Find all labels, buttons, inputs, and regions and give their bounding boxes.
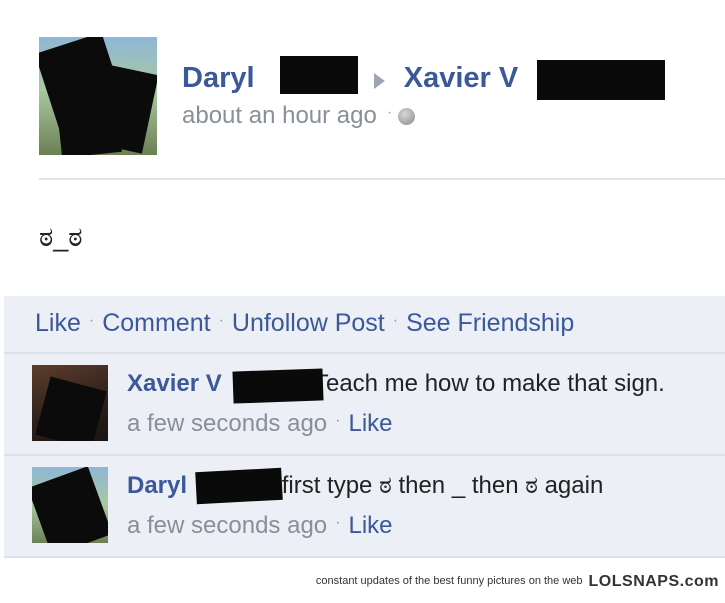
- see-friendship-link[interactable]: See Friendship: [406, 309, 574, 337]
- target-link[interactable]: Xavier V: [404, 62, 518, 94]
- comment-meta: a few seconds ago · Like: [127, 512, 393, 540]
- redaction: [56, 94, 122, 155]
- comment-link[interactable]: Comment: [102, 309, 210, 337]
- comment-item: Darylt first type ಠ then _ then ಠ again …: [4, 456, 725, 558]
- like-link[interactable]: Like: [35, 309, 81, 337]
- action-separator: ·: [392, 312, 399, 329]
- action-separator: ·: [218, 312, 224, 329]
- post-actions-bar: Like · Comment · Unfollow Post · See Friendshi…: [4, 296, 725, 354]
- footer-brand: LOLSNAPS.com: [588, 573, 719, 590]
- footer-tagline: constant updates of the best funny pictu…: [315, 575, 583, 587]
- redaction-bar: [232, 368, 324, 404]
- post-header: Darylt Xavier V about an hour ago·: [0, 0, 725, 180]
- post-timestamp[interactable]: about an hour ago: [182, 102, 377, 129]
- meta-separator: ·: [386, 104, 393, 121]
- watermark-footer: constant updates of the best funny pictu…: [316, 573, 719, 591]
- comment-like-link[interactable]: Like: [348, 410, 392, 437]
- header-divider: [39, 178, 725, 180]
- post-meta: about an hour ago ·: [182, 102, 416, 130]
- comment-time[interactable]: a few seconds ago: [127, 410, 327, 437]
- redaction-bar: [537, 60, 665, 100]
- unfollow-post-link[interactable]: Unfollow Post: [232, 309, 385, 337]
- comment-meta: a few seconds ago · Like: [127, 410, 393, 438]
- commenter-avatar[interactable]: [32, 365, 108, 441]
- author-first-name[interactable]: Daryl: [182, 62, 255, 94]
- comment-like-link[interactable]: Like: [348, 512, 392, 539]
- commenter-avatar[interactable]: [32, 467, 108, 543]
- author-avatar[interactable]: [39, 37, 157, 155]
- redaction: [35, 376, 107, 441]
- post-body: ಠ_ಠ: [39, 222, 83, 252]
- action-links: Like · Comment · Unfollow Post · See Friendshi…: [35, 309, 574, 338]
- arrow-right-icon: [374, 73, 386, 90]
- meta-separator: ·: [335, 514, 341, 531]
- globe-icon[interactable]: [398, 108, 416, 125]
- comment-text: Teach me how to make that sign.: [307, 370, 665, 397]
- comment-time[interactable]: a few seconds ago: [127, 512, 327, 539]
- redaction: [32, 467, 108, 543]
- comment-text: first type ಠ then _ then ಠ again: [275, 472, 604, 499]
- redaction-bar: [280, 56, 358, 94]
- redaction-bar: [195, 467, 283, 505]
- action-separator: ·: [88, 312, 95, 329]
- meta-separator: ·: [335, 412, 341, 429]
- comment-line: Xavier Vz Teach me how to make that sign…: [127, 370, 665, 398]
- comment-item: Xavier Vz Teach me how to make that sign…: [4, 354, 725, 456]
